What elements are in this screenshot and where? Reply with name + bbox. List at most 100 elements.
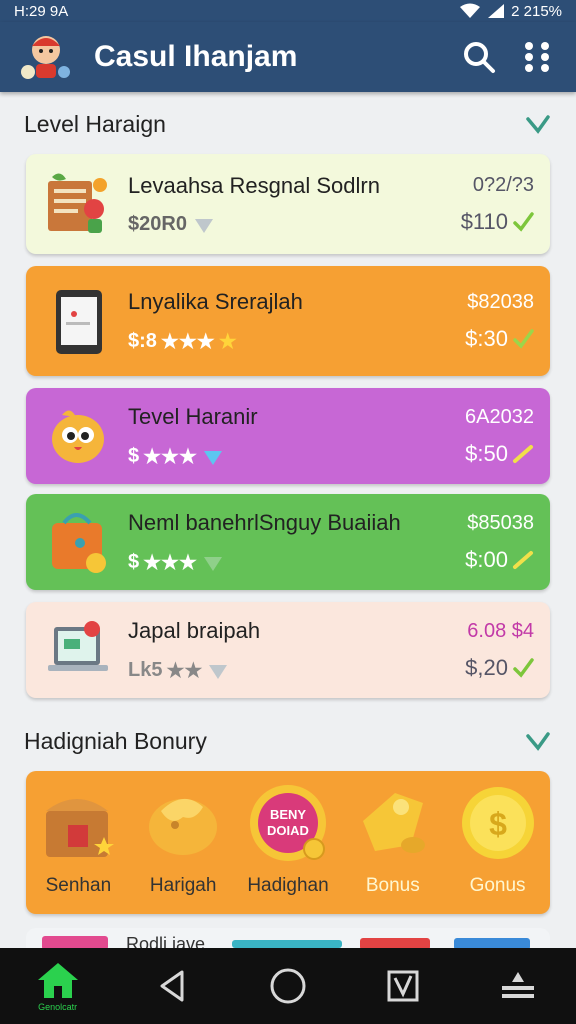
card-price-text: $,20 [465,654,508,680]
tag-icon [362,793,425,853]
card-sub-text: Lk5 [128,658,163,681]
card-side: $85038 $:00 [465,512,534,573]
check-icon [513,328,534,349]
bonus-section-title: Hadigniah Bonury [24,727,207,754]
laptop-icon [48,621,108,671]
level-card[interactable]: Neml banehrlSnguy Buaiiah $ ★★★ $85038 $… [26,494,550,590]
wifi-icon [460,3,481,18]
nav-home-label: Genolcatr [38,1002,78,1012]
level-section-title: Level Haraign [24,110,166,137]
card-sub-text: $20R0 [128,212,187,235]
level-card[interactable]: Levaahsa Resgnal Sodlrn $20R0 0?2/?3 $11… [26,154,550,254]
chevron-down-icon[interactable] [524,110,552,138]
card-sub-text: $:8 [128,329,157,352]
nav-bar: Genolcatr [0,948,576,1024]
peek-bar-teal [232,940,342,948]
svg-text:$: $ [489,806,507,842]
level-section-header: Level Haraign [24,110,552,138]
card-price: $:50 [465,441,534,467]
card-body: Japal braipah Lk5 ★★ [128,618,465,683]
card-title: Tevel Haranir [128,403,258,429]
bird-coin-icon [149,798,218,855]
tablet-icon [56,290,102,354]
bonus-label: Hadighan [247,875,329,896]
card-subtitle: Lk5 ★★ [128,658,465,683]
level-card[interactable]: Japal braipah Lk5 ★★ 6.08 $4 $,20 [26,602,550,698]
star-icon: ★ [218,330,237,353]
card-rating: ★★★ [143,445,197,468]
clipboard-icon [48,173,107,233]
badge-icon: BENY DOIAD [249,785,326,861]
app-title: Casul Ihanjam [94,40,298,73]
bonus-panel: Senhan Harigah BENY DOIAD Hadighan Bonus [26,771,550,914]
card-body: Neml banehrlSnguy Buaiiah $ ★★★ [128,510,465,575]
back-icon [160,970,184,1002]
check-icon [513,657,534,678]
card-title: Neml banehrlSnguy Buaiiah [128,509,401,535]
bonus-item-harigah[interactable]: Harigah [133,781,233,914]
battery-text: 2 215% [511,2,562,20]
card-price-text: $:30 [465,325,508,351]
card-price-text: $:00 [465,546,508,572]
card-subtitle: $:8 ★★★ ★ [128,329,465,354]
nav-menu-button[interactable] [483,956,553,1016]
card-number: 6.08 $4 [467,619,534,642]
svg-text:BENY: BENY [270,807,306,822]
card-price-text: $110 [460,208,508,234]
nav-back-button[interactable] [138,956,208,1016]
card-price-text: $:50 [465,440,508,466]
card-price: $:00 [465,547,534,573]
svg-text:DOIAD: DOIAD [267,823,309,838]
nav-recent-button[interactable] [368,956,438,1016]
status-bar: H:29 9A 2 215% [0,0,576,22]
card-rating: ★★★ [143,551,197,574]
card-price: $110 [461,209,534,235]
card-subtitle: $ ★★★ [128,550,465,575]
nav-circle-button[interactable] [253,956,323,1016]
card-number: 6A2032 [465,405,534,428]
more-icon [525,42,549,72]
gem-icon [203,451,222,465]
coin-icon: $ [461,787,534,859]
card-body: Levaahsa Resgnal Sodlrn $20R0 [128,173,461,236]
card-body: Tevel Haranir $ ★★★ [128,404,465,469]
card-body: Lnyalika Srerajlah $:8 ★★★ ★ [128,289,465,354]
card-subtitle: $ ★★★ [128,444,465,469]
gem-icon [194,219,213,233]
card-number: $85038 [467,511,534,534]
check-icon [513,211,534,232]
more-button[interactable] [514,34,560,80]
card-rating: ★★ [166,659,203,682]
bonus-item-hadighan[interactable]: BENY DOIAD Hadighan [238,781,338,914]
gem-icon [203,557,222,571]
bonus-item-senhan[interactable]: Senhan [28,781,128,914]
chevron-down-icon[interactable] [524,727,552,755]
card-title: Japal braipah [128,617,261,643]
status-time: H:29 9A [14,2,69,20]
bonus-item-bonus[interactable]: Bonus [343,781,443,914]
check-icon [513,550,533,569]
nav-home-button[interactable]: Genolcatr [23,956,93,1016]
search-icon [464,42,495,73]
level-card[interactable]: Lnyalika Srerajlah $:8 ★★★ ★ $82038 $:30 [26,266,550,376]
recent-apps-icon [387,970,419,1002]
gem-icon [209,665,228,679]
bonus-item-gonus[interactable]: $ Gonus [448,781,548,914]
card-side: 0?2/?3 $110 [461,174,534,235]
status-right: 2 215% [459,3,562,20]
card-title: Lnyalika Srerajlah [128,288,303,314]
bonus-label: Bonus [365,875,420,896]
menu-lines-icon [502,972,535,998]
bonus-section-header: Hadigniah Bonury [24,727,552,755]
mascot-logo-icon [21,36,70,79]
card-price: $:30 [465,326,534,352]
card-side: $82038 $:30 [465,291,534,352]
card-number: $82038 [467,290,534,313]
card-rating: ★★★ [160,330,215,353]
card-price: $,20 [465,655,534,681]
search-button[interactable] [456,34,502,80]
card-sub-text: $ [128,550,140,573]
signal-icon [488,4,505,18]
bonus-label: Harigah [149,875,217,896]
level-card[interactable]: Tevel Haranir $ ★★★ 6A2032 $:50 [26,388,550,484]
